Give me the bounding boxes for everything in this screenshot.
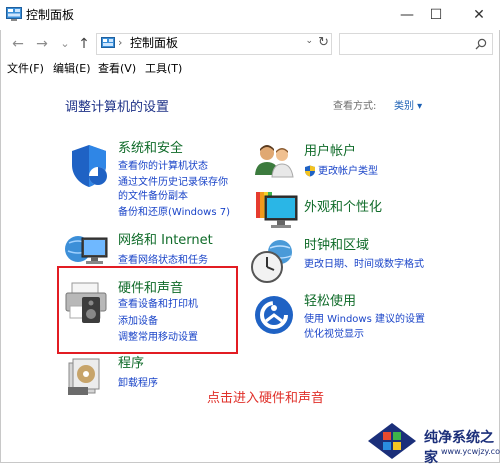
link-devices-printers[interactable]: 查看设备和打印机 bbox=[118, 299, 198, 311]
shield-icon bbox=[72, 145, 107, 187]
back-arrow-icon[interactable]: ← bbox=[9, 35, 27, 53]
category-title-user-accounts[interactable]: 用户帐户 bbox=[304, 144, 356, 160]
category-title-clock-region[interactable]: 时钟和区域 bbox=[304, 238, 369, 254]
link-change-date-time-format[interactable]: 更改日期、时间或数字格式 bbox=[304, 259, 424, 271]
breadcrumb-control-panel[interactable]: 控制面板 bbox=[130, 36, 178, 51]
search-icon bbox=[475, 38, 487, 50]
window-title: 控制面板 bbox=[26, 8, 75, 22]
menu-edit[interactable]: 编辑(E) bbox=[53, 62, 91, 76]
navigation-bar: ← → ⌄ ↑ › 控制面板 ⌄ ↻ bbox=[0, 30, 500, 58]
link-backup-restore[interactable]: 备份和还原(Windows 7) bbox=[118, 207, 230, 219]
category-title-appearance[interactable]: 外观和个性化 bbox=[304, 200, 382, 216]
programs-disc-icon bbox=[68, 358, 100, 395]
printer-speaker-icon bbox=[65, 282, 107, 323]
maximize-button[interactable]: ☐ bbox=[417, 0, 455, 30]
view-by-label: 查看方式: bbox=[333, 101, 377, 112]
category-title-ease-of-access[interactable]: 轻松使用 bbox=[304, 294, 356, 310]
link-recommended-settings[interactable]: 使用 Windows 建议的设置 bbox=[304, 314, 425, 326]
link-change-account-type[interactable]: 更改帐户类型 bbox=[318, 166, 378, 178]
category-title-system-security[interactable]: 系统和安全 bbox=[118, 141, 183, 157]
clock-globe-icon bbox=[251, 240, 292, 283]
menu-view[interactable]: 查看(V) bbox=[98, 62, 136, 76]
search-input[interactable] bbox=[339, 33, 493, 55]
link-add-device[interactable]: 添加设备 bbox=[118, 316, 158, 328]
up-arrow-icon[interactable]: ↑ bbox=[75, 35, 93, 53]
users-icon bbox=[255, 145, 294, 178]
page-title: 调整计算机的设置 bbox=[65, 100, 170, 115]
link-view-network-status[interactable]: 查看网络状态和任务 bbox=[118, 255, 208, 267]
category-title-programs[interactable]: 程序 bbox=[118, 356, 144, 372]
address-dropdown-icon[interactable]: ⌄ bbox=[305, 36, 313, 46]
address-bar[interactable]: › 控制面板 ⌄ ↻ bbox=[96, 33, 332, 55]
category-title-hardware-sound[interactable]: 硬件和声音 bbox=[118, 281, 183, 297]
recent-locations-icon[interactable]: ⌄ bbox=[56, 35, 74, 53]
ease-of-access-icon bbox=[255, 296, 293, 334]
uac-shield-icon bbox=[305, 165, 315, 177]
link-optimize-visual-display[interactable]: 优化视觉显示 bbox=[304, 329, 364, 341]
control-panel-icon bbox=[101, 37, 115, 48]
category-title-network-internet[interactable]: 网络和 Internet bbox=[118, 233, 213, 249]
menu-tools[interactable]: 工具(T) bbox=[145, 62, 182, 76]
annotation-text: 点击进入硬件和声音 bbox=[207, 391, 325, 406]
menu-file[interactable]: 文件(F) bbox=[7, 62, 44, 76]
close-button[interactable]: ✕ bbox=[460, 0, 498, 30]
network-globe-icon bbox=[65, 236, 108, 264]
link-file-history[interactable]: 通过文件历史记录保存你 bbox=[118, 177, 228, 189]
watermark-url: www.ycwjzy.com bbox=[441, 447, 500, 456]
link-file-history-cont[interactable]: 的文件备份副本 bbox=[118, 191, 188, 203]
forward-arrow-icon[interactable]: → bbox=[33, 35, 51, 53]
control-panel-app-icon bbox=[6, 7, 22, 21]
monitor-colors-icon bbox=[256, 192, 298, 228]
link-view-computer-status[interactable]: 查看你的计算机状态 bbox=[118, 161, 208, 173]
watermark-logo-icon bbox=[368, 423, 416, 459]
view-by-dropdown[interactable]: 类别 ▾ bbox=[394, 97, 422, 112]
link-mobility-settings[interactable]: 调整常用移动设置 bbox=[118, 332, 198, 344]
link-uninstall-program[interactable]: 卸载程序 bbox=[118, 378, 158, 390]
title-bar: 控制面板 — ☐ ✕ bbox=[0, 0, 500, 30]
menu-bar: 文件(F) 编辑(E) 查看(V) 工具(T) bbox=[0, 60, 500, 78]
breadcrumb-chevron-icon: › bbox=[118, 36, 123, 49]
refresh-icon[interactable]: ↻ bbox=[318, 35, 329, 50]
